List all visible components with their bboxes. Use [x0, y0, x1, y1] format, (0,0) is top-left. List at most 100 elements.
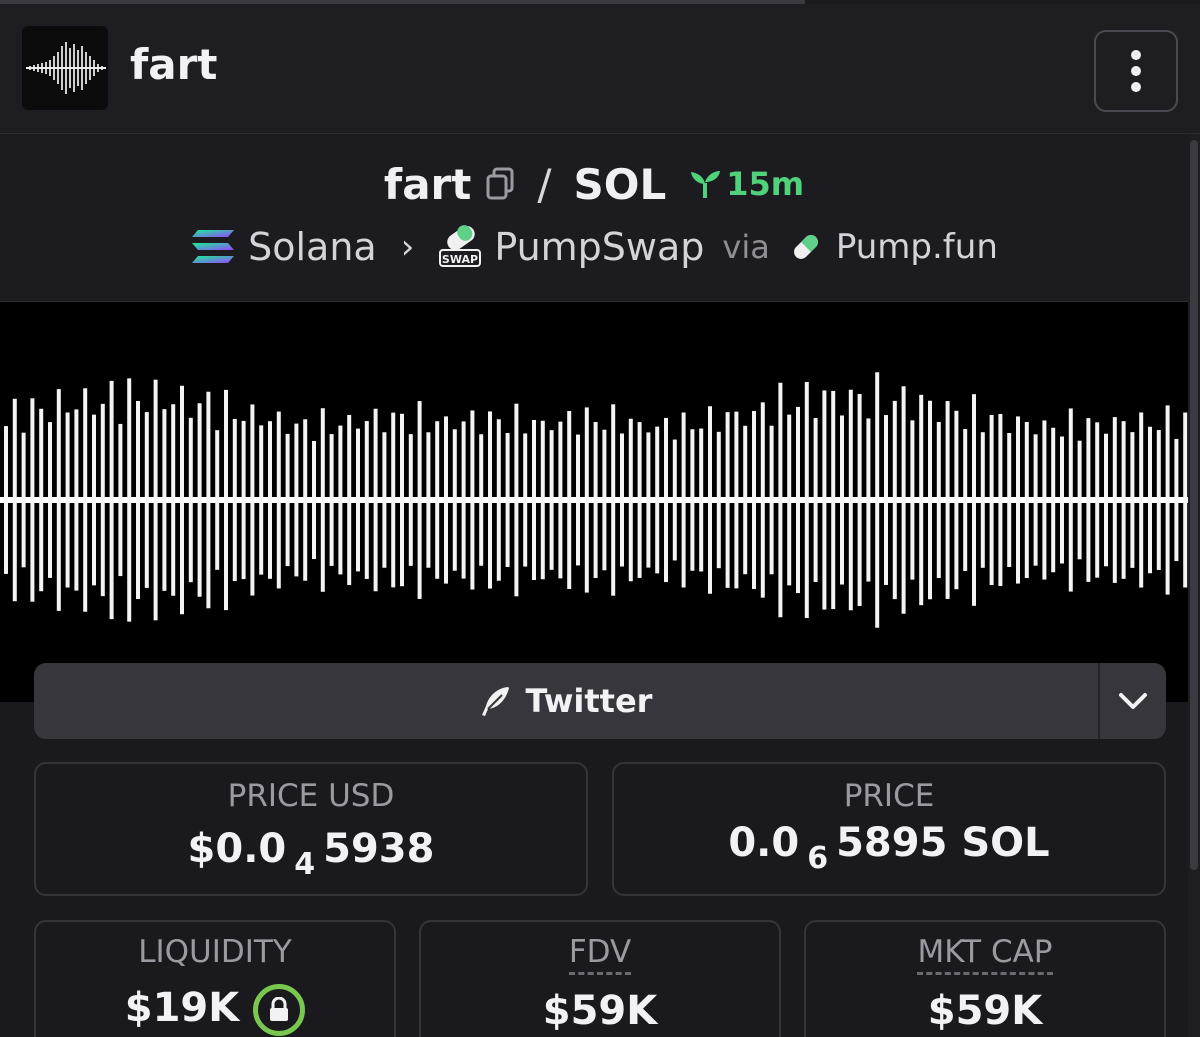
waveform-bar: [479, 434, 484, 566]
price-usd-value: $0.0 4 5938: [36, 826, 586, 882]
waveform-bar: [637, 422, 642, 578]
waveform-bar: [945, 401, 950, 599]
waveform-bar: [1183, 412, 1188, 588]
twitter-button[interactable]: Twitter: [34, 663, 1096, 739]
waveform-bar: [408, 434, 413, 566]
waveform-bar: [39, 408, 44, 592]
chevron-down-icon: [1119, 693, 1147, 709]
waveform-bar: [901, 386, 906, 614]
waveform-bar: [312, 440, 316, 560]
waveform-bar: [655, 426, 660, 574]
waveform-bar: [769, 425, 774, 575]
waveform-bar: [100, 403, 105, 597]
waveform-bar: [892, 400, 897, 600]
waveform-icon: [26, 42, 106, 94]
launchpad-link[interactable]: Pump.fun: [836, 227, 998, 267]
waveform-bar: [760, 402, 765, 598]
swap-badge: SWAP: [442, 253, 478, 266]
waveform-bar: [303, 419, 308, 581]
waveform-bar: [540, 420, 545, 580]
waveform-bar: [153, 379, 158, 621]
waveform-bar: [92, 414, 96, 586]
waveform-bar: [4, 426, 8, 574]
waveform-bar: [875, 372, 880, 628]
waveform-bar: [514, 403, 519, 597]
waveform-bar: [672, 439, 677, 561]
waveform-bar: [980, 432, 985, 568]
waveform-bar: [206, 391, 211, 609]
waveform-bar: [180, 385, 184, 615]
waveform-bar: [1148, 426, 1152, 574]
waveform-bar: [646, 432, 651, 568]
waveform-bar: [1068, 408, 1073, 592]
waveform-bar: [144, 412, 149, 588]
waveform-bar: [752, 410, 756, 590]
mkt-cap-value: $59K: [927, 988, 1043, 1034]
waveform-bar: [74, 409, 79, 591]
price-usd-prefix: $0.0: [187, 826, 287, 872]
quote-symbol: SOL: [573, 159, 667, 209]
mkt-cap-label-wrap: MKT CAP: [806, 934, 1164, 975]
menu-dot: [1131, 66, 1141, 76]
price-native-prefix: 0.0: [728, 820, 800, 866]
waveform-bar: [884, 415, 888, 585]
waveform-bar: [532, 419, 536, 581]
waveform-bar: [690, 429, 695, 571]
waveform-bar: [998, 414, 1003, 586]
liquidity-card: LIQUIDITY $19K: [34, 920, 396, 1037]
waveform-bar: [699, 428, 704, 572]
waveform-bar: [320, 408, 325, 592]
lock-icon[interactable]: [253, 984, 306, 1036]
fdv-label[interactable]: FDV: [568, 934, 632, 975]
waveform-bar: [452, 429, 457, 571]
pair-age-value: 15m: [726, 165, 805, 203]
waveform-bar: [840, 415, 844, 585]
waveform-bar: [400, 413, 404, 587]
waveform-bar: [118, 423, 123, 577]
waveform-bar: [21, 432, 26, 568]
fdv-value: $59K: [542, 988, 658, 1034]
waveform-bar: [461, 421, 466, 579]
waveform-bar: [804, 381, 809, 619]
pair-info-panel: fart / SOL 15m Solana › SWAP PumpSwap vi…: [0, 134, 1188, 302]
waveform-bar: [162, 409, 167, 591]
waveform-bar: [602, 429, 607, 571]
route-breadcrumb: Solana › SWAP PumpSwap via Pump.fun: [0, 222, 1188, 272]
chevron-right-icon: ›: [400, 227, 415, 267]
price-usd-digits: 5938: [323, 826, 435, 872]
kebab-menu-icon[interactable]: [1094, 30, 1178, 112]
pair-separator: /: [537, 159, 552, 209]
waveform-bar: [285, 433, 290, 567]
price-usd-zero-count: 4: [294, 847, 316, 882]
waveform-bar: [928, 400, 932, 600]
waveform-bar: [232, 418, 237, 582]
waveform-bar: [197, 403, 202, 597]
waveform-bar: [567, 411, 572, 589]
scrollbar-thumb[interactable]: [1190, 140, 1198, 870]
waveform-bar: [1051, 427, 1056, 573]
waveform-bar: [294, 423, 299, 577]
chain-link[interactable]: Solana: [248, 225, 377, 269]
price-native-zero-count: 6: [807, 841, 829, 876]
feather-icon: [481, 687, 509, 716]
waveform-bar: [382, 432, 387, 568]
waveform-bar: [822, 390, 827, 610]
social-dropdown-toggle[interactable]: [1098, 663, 1166, 739]
waveform-bar: [1077, 440, 1082, 560]
waveform-bar: [1016, 416, 1020, 584]
waveform-bar: [593, 422, 598, 578]
waveform-bar: [188, 417, 193, 583]
waveform-bar: [681, 412, 686, 588]
waveform-bar: [276, 411, 281, 589]
waveform-bar: [1060, 436, 1064, 564]
fdv-label-wrap: FDV: [421, 934, 779, 975]
waveform-bar: [338, 425, 343, 575]
waveform-bar: [56, 389, 61, 611]
dex-link[interactable]: PumpSwap: [494, 225, 704, 269]
waveform-bar: [373, 408, 378, 592]
waveform-bar: [1033, 434, 1038, 566]
waveform-bar: [936, 421, 941, 579]
waveform-bar: [831, 390, 836, 610]
mkt-cap-label[interactable]: MKT CAP: [917, 934, 1053, 975]
copy-icon[interactable]: [485, 167, 515, 201]
